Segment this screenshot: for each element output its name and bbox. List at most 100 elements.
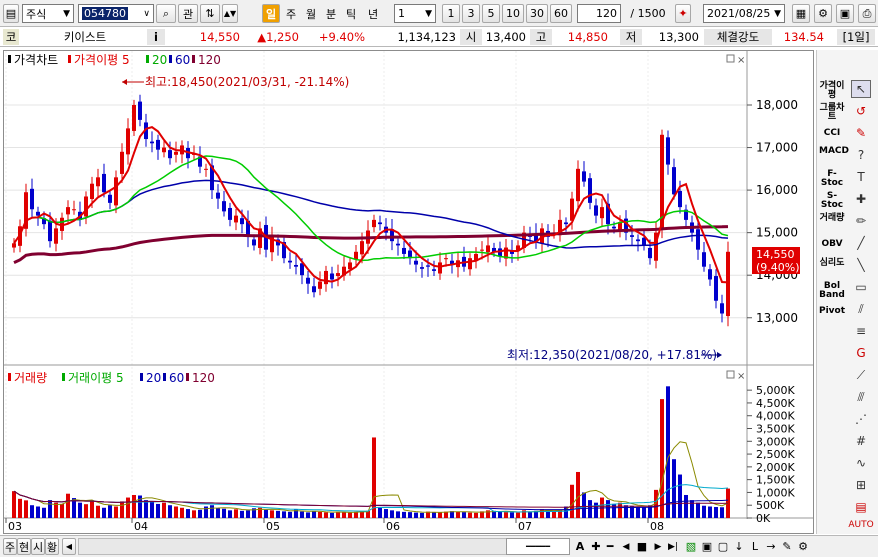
maximize-icon[interactable]	[726, 370, 735, 379]
info-button[interactable]: i	[147, 29, 165, 45]
tab-minute[interactable]: 분	[322, 4, 340, 23]
print-icon[interactable]: ⎙	[858, 4, 876, 23]
text-icon[interactable]: T	[851, 168, 871, 186]
date-input[interactable]: 2021/08/25 ▼	[703, 4, 785, 23]
delete-all-icon[interactable]: ✎	[851, 124, 871, 142]
table-icon[interactable]: ▤	[851, 498, 871, 516]
sidebar-pivot[interactable]: Pivot	[819, 307, 845, 316]
gann-icon[interactable]: G	[851, 344, 871, 362]
stepper[interactable]: ▲▼	[222, 4, 238, 23]
apply-button[interactable]: ✦	[675, 4, 691, 23]
candle-body	[666, 137, 670, 165]
zoom-out-icon[interactable]: ━	[604, 538, 616, 555]
interval-10-button[interactable]: 10	[502, 4, 524, 23]
scroll-left-button[interactable]: ◀	[62, 538, 76, 555]
search-button[interactable]: ⌕	[156, 4, 176, 23]
chart-area[interactable]: 18,000 17,000 16,000 15,000 14,000 13,000 5,0…	[3, 50, 814, 534]
tab-si[interactable]: 시	[31, 538, 45, 555]
volume-bar	[12, 491, 16, 518]
tab-hwang[interactable]: 황	[45, 538, 59, 555]
rectangle-icon[interactable]: ▭	[851, 278, 871, 296]
line-icon[interactable]: ╲	[851, 256, 871, 274]
tab-week[interactable]: 주	[282, 4, 300, 23]
sidebar-sstoc[interactable]: S-Stoc	[819, 192, 845, 210]
settings-icon[interactable]: ⚙	[796, 538, 810, 555]
arc-icon[interactable]: ⫻	[851, 388, 871, 406]
related-button[interactable]: 관	[178, 4, 198, 23]
tab-hyun[interactable]: 현	[17, 538, 31, 555]
edit-icon[interactable]: ✎	[780, 538, 794, 555]
tab-ju[interactable]: 주	[3, 538, 17, 555]
excel-icon[interactable]: ▧	[684, 538, 698, 555]
undo-icon[interactable]: ↺	[851, 102, 871, 120]
sidebar-macd[interactable]: MACD	[819, 147, 849, 156]
save-icon[interactable]: ▣	[700, 538, 714, 555]
maximize-icon[interactable]	[726, 54, 735, 63]
sync-button[interactable]: ⇅	[200, 4, 220, 23]
fan-icon[interactable]: ⟋	[851, 366, 871, 384]
close-icon[interactable]: ×	[737, 371, 745, 382]
stop-icon[interactable]: ■	[636, 538, 648, 555]
stock-code-input[interactable]: 054780 ∨	[78, 4, 154, 23]
channel-icon[interactable]: ⫽	[851, 300, 871, 318]
tab-month[interactable]: 월	[302, 4, 320, 23]
sidebar-psych[interactable]: 심리도	[819, 259, 845, 268]
prev-icon[interactable]: ◀	[620, 538, 632, 555]
count-input[interactable]: 120	[577, 4, 621, 23]
volume-bar	[618, 502, 622, 518]
sync-icon: ⇅	[205, 7, 215, 20]
interval-3-button[interactable]: 3	[462, 4, 480, 23]
interval-select[interactable]: 1 ▼	[394, 4, 436, 23]
sidebar-obv[interactable]: OBV	[819, 240, 845, 249]
calendar-icon[interactable]: ▦	[792, 4, 810, 23]
font-a-button[interactable]: A	[574, 538, 586, 555]
end-icon[interactable]: ▶|	[666, 538, 680, 555]
auto-icon[interactable]: AUTO	[848, 516, 873, 534]
parallel-icon[interactable]: ⋰	[851, 410, 871, 428]
legend-price-title: 가격차트	[14, 53, 58, 67]
price-volume-chart[interactable]: 18,00017,00016,00015,00014,00013,000 5,0…	[4, 51, 813, 533]
volume-bar	[306, 512, 310, 518]
candle-body	[96, 177, 100, 187]
interval-5-button[interactable]: 5	[482, 4, 500, 23]
arrow-down-icon[interactable]: ↓	[732, 538, 746, 555]
tool-icon[interactable]: ✚	[851, 190, 871, 208]
close-icon[interactable]: ×	[737, 55, 745, 66]
fibo-icon[interactable]: ≡	[851, 322, 871, 340]
sidebar-bollinger[interactable]: Bol Band	[819, 282, 845, 300]
help-icon[interactable]: ?	[851, 146, 871, 164]
pencil-icon[interactable]: ✏	[851, 212, 871, 230]
sidebar-cci[interactable]: CCI	[819, 129, 845, 138]
interval-30-button[interactable]: 30	[526, 4, 548, 23]
sidebar-fstoc[interactable]: F-Stoc	[819, 170, 845, 188]
market-select[interactable]: 주식 ▼	[22, 4, 74, 23]
tab-year[interactable]: 년	[362, 4, 384, 23]
cursor-icon[interactable]: ↖	[851, 80, 871, 98]
sidebar-volume[interactable]: 거래량	[819, 214, 845, 223]
wave-icon[interactable]: ∿	[851, 454, 871, 472]
cursor-l-icon[interactable]: L	[748, 538, 762, 555]
next-icon[interactable]: ▶	[652, 538, 664, 555]
save-icon[interactable]: ▣	[836, 4, 854, 23]
trend-line-icon[interactable]: ╱	[851, 234, 871, 252]
legend-ma60: 60	[175, 53, 190, 67]
interval-60-button[interactable]: 60	[550, 4, 572, 23]
quote-bar: 코 키이스트 i 14,550 ▲1,250 +9.40% 1,134,123 …	[0, 27, 878, 47]
gear-icon[interactable]: ⚙	[814, 4, 832, 23]
zoom-in-icon[interactable]: ✚	[590, 538, 602, 555]
scrollbar-track[interactable]	[78, 538, 508, 555]
tab-day[interactable]: 일	[262, 4, 280, 23]
candle-body	[102, 173, 106, 193]
menu-icon[interactable]: ▤	[3, 4, 19, 23]
sidebar-group-chart[interactable]: 그룹차트	[819, 104, 845, 122]
candle-body	[396, 243, 400, 246]
zoom-icon[interactable]: ▢	[716, 538, 730, 555]
grid-tool-icon[interactable]: #	[851, 432, 871, 450]
ruler-icon[interactable]: ⊞	[851, 476, 871, 494]
tab-tick[interactable]: 틱	[342, 4, 360, 23]
arrow-right-icon[interactable]: →	[764, 538, 778, 555]
sidebar-ma[interactable]: 가격이평	[819, 82, 845, 100]
interval-1-button[interactable]: 1	[442, 4, 460, 23]
scroll-slider[interactable]: ━━━━━	[506, 538, 570, 555]
date-tick-label: 08	[650, 520, 664, 533]
